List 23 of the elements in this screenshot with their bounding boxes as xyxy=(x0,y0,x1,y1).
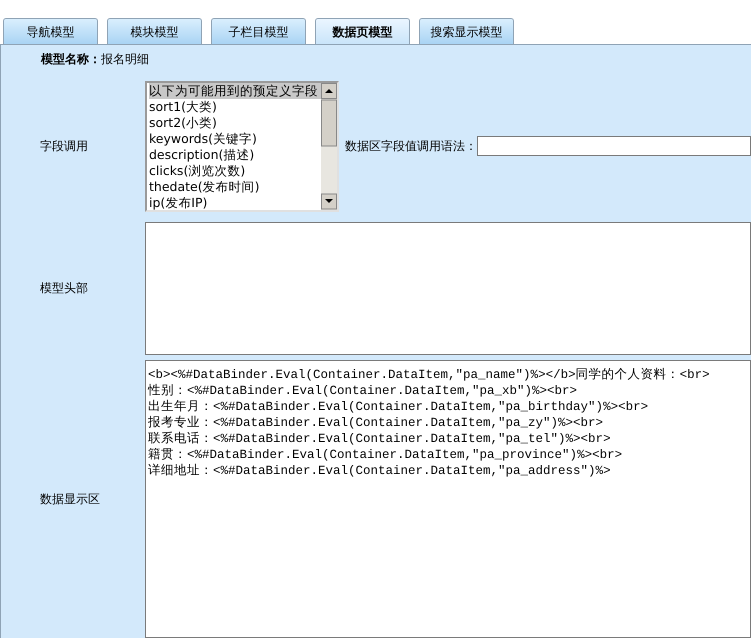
list-option[interactable]: clicks(浏览次数) xyxy=(149,162,321,178)
model-name-value: 报名明细 xyxy=(101,51,149,68)
list-option[interactable]: keywords(关键字) xyxy=(149,130,321,146)
scrollbar-icon[interactable] xyxy=(321,82,337,210)
data-area-label: 数据显示区 xyxy=(39,491,101,508)
list-option[interactable]: description(描述) xyxy=(149,146,321,162)
tab[interactable]: 子栏目模型 xyxy=(211,18,306,44)
syntax-input[interactable] xyxy=(477,136,751,156)
list-option[interactable]: sort2(小类) xyxy=(149,114,321,130)
header-label: 模型头部 xyxy=(39,280,89,297)
list-option[interactable]: sort1(大类) xyxy=(149,98,321,114)
list-option[interactable]: 以下为可能用到的预定义字段 xyxy=(149,82,321,98)
tab[interactable]: 导航模型 xyxy=(3,18,98,44)
syntax-label: 数据区字段值调用语法： xyxy=(345,138,477,155)
model-name-label: 模型名称： xyxy=(41,51,101,68)
tab[interactable]: 模块模型 xyxy=(107,18,202,44)
list-option[interactable]: ip(发布IP) xyxy=(149,194,321,210)
tab[interactable]: 数据页模型 xyxy=(315,18,410,44)
field-listbox[interactable]: 以下为可能用到的预定义字段 sort1(大类) sort2(小类) keywords(关键字) description(描述) clicks(浏览次数) thedate(发布时间) ip(发布IP) xyxy=(145,80,339,212)
tab[interactable]: 搜索显示模型 xyxy=(419,18,514,44)
field-label: 字段调用 xyxy=(39,138,89,155)
list-option[interactable]: thedate(发布时间) xyxy=(149,178,321,194)
data-textarea[interactable]: <b><%#DataBinder.Eval(Container.DataItem,"pa_name")%></b>同学的个人资料：<br> 性别：<%#DataBinder.Eval(Container.DataItem,"pa_xb")%><br> 出生年月：<%#DataBinder.Eval(Container.DataItem,"pa_birthday")%><br> 报考专业：<%#DataBinder.Eval(Container.DataItem,"pa_zy")%><br> 联系电话：<%#DataBinder.Eval(Container.DataItem,"pa_tel")%><br> 籍贯：<%#DataBinder.Eval(Container.DataItem,"pa_province")%><br> 详细地址：<%#DataBinder.Eval(Container.DataItem,"pa_address")%> xyxy=(145,360,751,638)
